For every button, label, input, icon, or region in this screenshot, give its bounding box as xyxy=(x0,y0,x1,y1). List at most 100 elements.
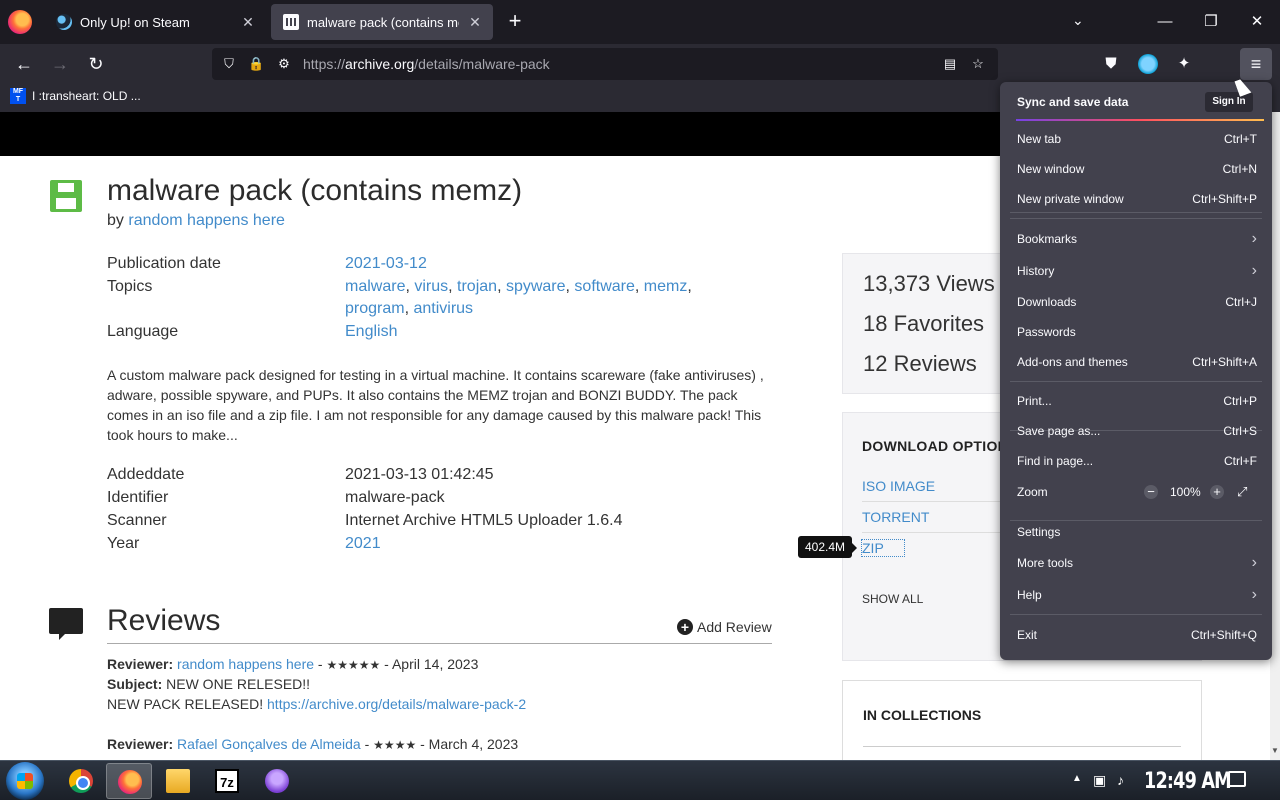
taskbar-clock[interactable]: 12:49 AM xyxy=(1144,769,1232,794)
reviews-count-link[interactable]: 12 Reviews xyxy=(863,351,977,377)
menu-divider xyxy=(1010,218,1262,219)
reviews-heading: Reviews xyxy=(107,604,221,637)
language-link[interactable]: English xyxy=(345,323,397,340)
sync-row[interactable]: Sync and save data Sign In xyxy=(1000,82,1272,120)
new-tab-icon[interactable]: + xyxy=(503,10,527,34)
volume-icon[interactable]: ♪ xyxy=(1117,772,1124,788)
reload-icon[interactable]: ↻ xyxy=(84,52,108,76)
menu-item-more-tools[interactable]: More tools › xyxy=(1017,553,1257,573)
subject-label: Subject: xyxy=(107,676,163,692)
menu-item-zoom: Zoom −100% + ⤢ xyxy=(1017,482,1257,502)
menu-item-new-window[interactable]: New window Ctrl+N xyxy=(1017,159,1257,179)
menu-divider xyxy=(1010,614,1262,615)
publication-date-link[interactable]: 2021-03-12 xyxy=(345,255,427,272)
download-torrent-link[interactable]: TORRENT xyxy=(862,509,929,525)
add-review-button[interactable]: + Add Review xyxy=(677,619,772,635)
firefox-view-icon[interactable] xyxy=(8,10,32,34)
restore-icon[interactable]: ❐ xyxy=(1199,10,1223,34)
menu-item-label: Save page as... xyxy=(1017,424,1101,438)
bookmark-star-icon[interactable]: ☆ xyxy=(970,56,986,72)
menu-item-settings[interactable]: Settings xyxy=(1017,522,1257,542)
menu-item-passwords[interactable]: Passwords xyxy=(1017,322,1257,342)
chevron-right-icon: › xyxy=(1251,262,1257,279)
menu-item-bookmarks[interactable]: Bookmarks › xyxy=(1017,229,1257,249)
topic-link[interactable]: antivirus xyxy=(413,300,473,317)
minimize-icon[interactable]: — xyxy=(1153,10,1177,34)
forward-icon[interactable]: → xyxy=(48,52,72,76)
archive-favicon-icon xyxy=(283,14,299,30)
topic-link[interactable]: memz xyxy=(644,278,688,295)
byline: by random happens here xyxy=(107,212,285,230)
download-zip-link[interactable]: ZIP xyxy=(861,539,905,557)
topics-label: Topics xyxy=(107,278,153,295)
fullscreen-icon[interactable]: ⤢ xyxy=(1237,482,1247,502)
url-text[interactable]: https://archive.org/details/malware-pack xyxy=(303,56,550,72)
zoom-in-icon[interactable]: + xyxy=(1210,485,1224,499)
download-iso-link[interactable]: ISO IMAGE xyxy=(862,478,935,494)
reviewer-link[interactable]: Rafael Gonçalves de Almeida xyxy=(177,736,361,752)
extensions-icon[interactable]: ✦ xyxy=(1174,54,1194,74)
review-2-header: Reviewer: Rafael Gonçalves de Almeida - … xyxy=(107,736,519,752)
start-button[interactable] xyxy=(6,762,44,800)
review-1-subject: Subject: NEW ONE RELESED!! xyxy=(107,676,310,692)
list-all-tabs-icon[interactable]: ⌄ xyxy=(1072,12,1084,29)
taskbar-7zip[interactable]: 7z xyxy=(204,763,250,799)
menu-item-history[interactable]: History › xyxy=(1017,261,1257,281)
sign-in-button[interactable]: Sign In xyxy=(1205,92,1253,112)
favorites-count: 18 Favorites xyxy=(863,311,985,336)
show-hidden-icons-icon[interactable]: ▲ xyxy=(1072,773,1082,784)
topic-link[interactable]: virus xyxy=(414,278,448,295)
taskbar-explorer[interactable] xyxy=(155,763,201,799)
taskbar-chrome[interactable] xyxy=(58,763,104,799)
zoom-level[interactable]: 100% xyxy=(1170,482,1201,502)
tab-close-icon[interactable]: ✕ xyxy=(240,14,256,31)
close-window-icon[interactable]: ✕ xyxy=(1245,10,1269,34)
topic-link[interactable]: software xyxy=(574,278,634,295)
menu-item-print[interactable]: Print... Ctrl+P xyxy=(1017,391,1257,411)
menu-item-new-private-window[interactable]: New private window Ctrl+Shift+P xyxy=(1017,189,1257,209)
app-menu-icon[interactable]: ≡ xyxy=(1240,48,1272,80)
network-icon[interactable]: ▣ xyxy=(1093,772,1106,789)
back-icon[interactable]: ← xyxy=(12,52,36,76)
tab-only-up-steam[interactable]: Only Up! on Steam ✕ xyxy=(44,4,266,40)
account-avatar-icon[interactable] xyxy=(1138,54,1158,74)
by-label: by xyxy=(107,212,124,229)
menu-item-shortcut: Ctrl+F xyxy=(1224,454,1257,468)
topic-link[interactable]: malware xyxy=(345,278,405,295)
menu-item-exit[interactable]: Exit Ctrl+Shift+Q xyxy=(1017,625,1257,645)
scroll-down-icon[interactable]: ▼ xyxy=(1270,746,1280,755)
reader-view-icon[interactable]: ▤ xyxy=(942,56,958,72)
year-label: Year xyxy=(107,535,140,552)
tab-malware-pack[interactable]: malware pack (contains memz) ✕ xyxy=(271,4,493,40)
topic-link[interactable]: program xyxy=(345,300,405,317)
pocket-icon[interactable]: ⛊ xyxy=(1101,54,1121,74)
menu-item-label: More tools xyxy=(1017,556,1074,570)
review-1-header: Reviewer: random happens here - ★★★★★ - … xyxy=(107,656,479,672)
show-all-link[interactable]: SHOW ALL xyxy=(862,592,923,606)
menu-item-add-ons-and-themes[interactable]: Add-ons and themes Ctrl+Shift+A xyxy=(1017,352,1257,372)
menu-item-save-page-as[interactable]: Save page as... Ctrl+S xyxy=(1017,421,1257,441)
menu-item-help[interactable]: Help › xyxy=(1017,585,1257,605)
taskbar-bonzi[interactable] xyxy=(254,763,300,799)
shield-icon[interactable]: ⛉ xyxy=(221,56,237,72)
url-bar[interactable]: ⛉ 🔒 ⚙ https://archive.org/details/malwar… xyxy=(212,48,998,80)
lock-icon[interactable]: 🔒 xyxy=(248,56,264,72)
notification-icon[interactable] xyxy=(1228,771,1246,787)
menu-item-find-in-page[interactable]: Find in page... Ctrl+F xyxy=(1017,451,1257,471)
taskbar-firefox[interactable] xyxy=(106,763,152,799)
permissions-icon[interactable]: ⚙ xyxy=(276,56,292,72)
scanner-value: Internet Archive HTML5 Uploader 1.6.4 xyxy=(345,512,623,529)
zoom-out-icon[interactable]: − xyxy=(1144,485,1158,499)
reviewer-link[interactable]: random happens here xyxy=(177,656,314,672)
menu-item-new-tab[interactable]: New tab Ctrl+T xyxy=(1017,129,1257,149)
menu-item-downloads[interactable]: Downloads Ctrl+J xyxy=(1017,292,1257,312)
collections-heading: IN COLLECTIONS xyxy=(863,707,982,723)
menu-item-label: Bookmarks xyxy=(1017,232,1078,246)
author-link[interactable]: random happens here xyxy=(128,212,285,229)
bookmark-item[interactable]: MF T I :transheart: OLD ... xyxy=(10,88,141,104)
topic-link[interactable]: trojan xyxy=(457,278,497,295)
tab-close-icon[interactable]: ✕ xyxy=(467,14,483,31)
year-link[interactable]: 2021 xyxy=(345,535,381,552)
review-body-link[interactable]: https://archive.org/details/malware-pack… xyxy=(267,696,526,712)
topic-link[interactable]: spyware xyxy=(506,278,566,295)
